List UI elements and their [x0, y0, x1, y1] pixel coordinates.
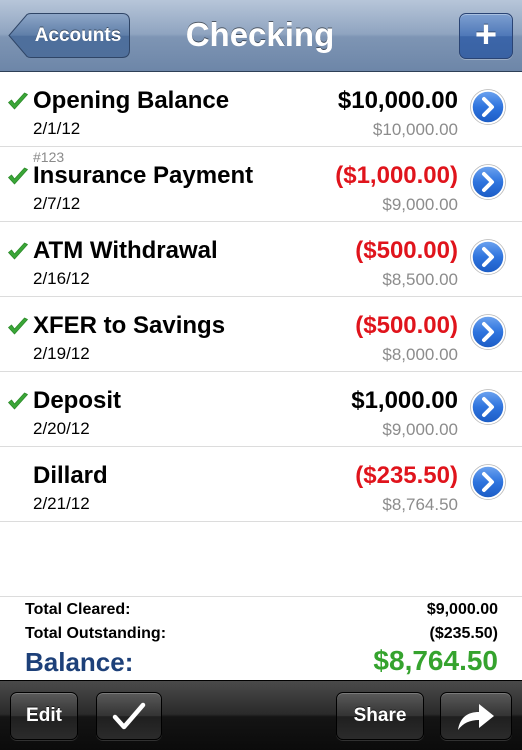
chevron-right-circle-icon[interactable] [470, 239, 506, 275]
checking-screen: Accounts Checking + Opening Balance 2/1/… [0, 0, 522, 750]
total-outstanding-label: Total Outstanding: [25, 625, 167, 642]
transaction-date: 2/16/12 [33, 269, 90, 288]
checkmark-icon [8, 167, 28, 185]
balance-label: Balance: [25, 647, 134, 677]
transaction-date: 2/20/12 [33, 419, 90, 438]
transaction-amount: ($500.00) [355, 237, 458, 264]
page-title: Checking [185, 16, 335, 53]
total-cleared-label: Total Cleared: [25, 601, 131, 618]
checkmark-icon [8, 92, 28, 110]
running-balance: $9,000.00 [382, 195, 458, 214]
chevron-right-circle-icon[interactable] [470, 89, 506, 125]
checkmark-icon [112, 702, 146, 730]
total-cleared-value: $9,000.00 [426, 601, 498, 618]
transaction-amount: $1,000.00 [351, 387, 458, 414]
balance-value: $8,764.50 [373, 645, 498, 676]
transaction-payee: XFER to Savings [33, 312, 226, 339]
transaction-date: 2/21/12 [33, 494, 90, 513]
transaction-amount: ($500.00) [355, 312, 458, 339]
checkmark-icon [8, 392, 28, 410]
transaction-row[interactable]: Dillard 2/21/12 ($235.50) $8,764.50 [0, 447, 522, 522]
forward-arrow-icon [458, 704, 494, 730]
transaction-list: Opening Balance 2/1/12 $10,000.00 $10,00… [0, 72, 522, 522]
chevron-right-circle-icon[interactable] [470, 314, 506, 350]
transaction-row[interactable]: ATM Withdrawal 2/16/12 ($500.00) $8,500.… [0, 222, 522, 297]
transaction-amount: ($235.50) [355, 462, 458, 489]
chevron-right-circle-icon[interactable] [470, 164, 506, 200]
running-balance: $8,000.00 [382, 345, 458, 364]
bottom-toolbar: Edit Share [0, 680, 522, 750]
running-balance: $8,764.50 [382, 495, 458, 514]
transaction-date: 2/7/12 [33, 194, 81, 213]
plus-icon: + [474, 14, 498, 56]
accounts-back-button[interactable]: Accounts [8, 13, 130, 58]
transaction-amount: ($1,000.00) [335, 162, 458, 189]
forward-button[interactable] [440, 692, 512, 740]
transaction-row[interactable]: XFER to Savings 2/19/12 ($500.00) $8,000… [0, 297, 522, 372]
accounts-back-label: Accounts [34, 25, 122, 46]
running-balance: $8,500.00 [382, 270, 458, 289]
totals-panel: Total Cleared: $9,000.00 Total Outstandi… [0, 596, 522, 680]
transaction-payee: Deposit [33, 387, 122, 414]
checkmark-icon [8, 242, 28, 260]
clear-transactions-button[interactable] [96, 692, 162, 740]
running-balance: $9,000.00 [382, 420, 458, 439]
total-outstanding-value: ($235.50) [429, 625, 499, 642]
add-transaction-button[interactable]: + [459, 13, 513, 59]
transaction-row[interactable]: #123 Insurance Payment 2/7/12 ($1,000.00… [0, 147, 522, 222]
transaction-amount: $10,000.00 [337, 87, 458, 114]
transaction-payee: Opening Balance [33, 87, 230, 114]
transaction-payee: Insurance Payment [33, 162, 254, 189]
running-balance: $10,000.00 [372, 120, 458, 139]
transaction-row[interactable]: Opening Balance 2/1/12 $10,000.00 $10,00… [0, 72, 522, 147]
chevron-right-circle-icon[interactable] [470, 389, 506, 425]
edit-button[interactable]: Edit [10, 692, 78, 740]
chevron-right-circle-icon[interactable] [470, 464, 506, 500]
checkmark-icon [8, 317, 28, 335]
transaction-payee: Dillard [33, 462, 108, 489]
transaction-row[interactable]: Deposit 2/20/12 $1,000.00 $9,000.00 [0, 372, 522, 447]
transaction-date: 2/1/12 [33, 119, 81, 138]
navigation-bar: Accounts Checking + [0, 0, 522, 72]
transaction-date: 2/19/12 [33, 344, 90, 363]
share-button[interactable]: Share [336, 692, 424, 740]
transaction-payee: ATM Withdrawal [33, 237, 218, 264]
